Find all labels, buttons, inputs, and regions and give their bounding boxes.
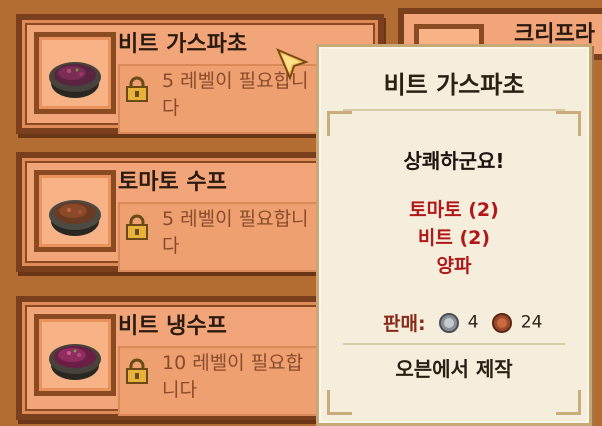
lock-icon (126, 214, 148, 240)
recipe-icon-frame (34, 314, 116, 396)
recipe-icon-frame (34, 170, 116, 252)
bronze-coin-icon (491, 312, 512, 333)
level-requirement-box: 5 레벨이 필요합니다 (118, 202, 322, 272)
sell-price: 판매: 4 24 (383, 309, 543, 335)
silver-coin-icon (438, 312, 459, 333)
ornament-corner (556, 111, 581, 136)
ingredient-item: 토마토 (2) (409, 199, 499, 221)
cold-beet-soup-bowl-icon (49, 344, 101, 380)
level-requirement-box: 10 레벨이 필요합니다 (118, 346, 322, 416)
divider (343, 343, 565, 345)
ornament-corner (556, 390, 581, 415)
sell-label: 판매: (383, 313, 426, 335)
recipe-icon-frame (34, 32, 116, 114)
ingredient-item: 비트 (2) (417, 227, 491, 249)
bronze-coin-value: 24 (520, 312, 543, 333)
silver-coin-value: 4 (467, 312, 479, 333)
ornament-corner (327, 111, 352, 136)
level-requirement-text: 10 레벨이 필요합니다 (162, 352, 304, 401)
tomato-soup-bowl-icon (49, 200, 101, 236)
lock-icon (126, 358, 148, 384)
lock-icon (126, 76, 148, 102)
crafting-station: 오븐에서 제작 (395, 357, 513, 381)
beet-gazpacho-bowl-icon (49, 62, 101, 98)
ornament-corner (327, 390, 352, 415)
tooltip-description: 상쾌하군요! (403, 149, 505, 173)
tooltip-title: 비트 가스파초 (383, 71, 525, 99)
recipe-title: 토마토 수프 (118, 170, 227, 195)
recipe-tooltip: 비트 가스파초 상쾌하군요! 토마토 (2) 비트 (2) 양파 판매: 4 2… (316, 44, 592, 426)
recipe-title: 비트 냉수프 (118, 314, 227, 339)
divider (343, 109, 565, 111)
level-requirement-text: 5 레벨이 필요합니다 (162, 208, 309, 257)
recipe-title: 비트 가스파초 (118, 32, 248, 57)
ingredient-item: 양파 (436, 255, 472, 277)
cursor-icon (276, 48, 309, 81)
